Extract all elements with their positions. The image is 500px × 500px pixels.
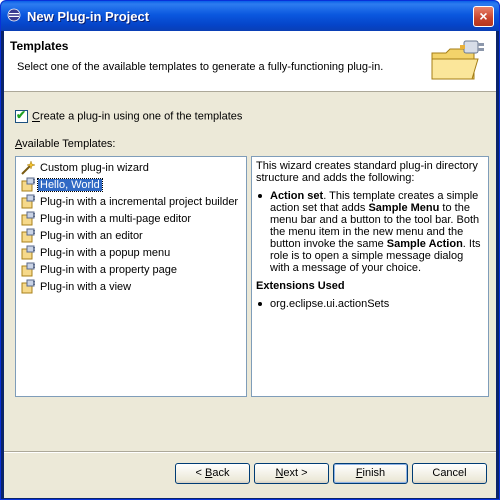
plugin-icon — [21, 194, 35, 209]
dialog-client-area: Templates Select one of the available te… — [4, 31, 496, 498]
wand-icon — [21, 160, 36, 175]
use-template-checkbox-row[interactable]: ✔ Create a plug-in using one of the templ… — [15, 108, 242, 124]
page-description: Select one of the available templates to… — [17, 61, 384, 73]
back-button[interactable]: < Back — [175, 463, 250, 484]
eclipse-app-icon — [7, 8, 21, 22]
dialog-window: New Plug-in Project × Templates Select o… — [0, 0, 500, 500]
description-intro: This wizard creates standard plug-in dir… — [256, 160, 478, 184]
extension-item: org.eclipse.ui.actionSets — [256, 298, 484, 310]
close-button[interactable]: × — [473, 6, 494, 27]
extensions-used-heading: Extensions Used — [256, 280, 345, 292]
title-bar[interactable]: New Plug-in Project × — [1, 1, 499, 31]
template-item-popup-menu[interactable]: Plug-in with a popup menu — [20, 245, 172, 261]
use-template-checkbox[interactable]: ✔ — [15, 108, 28, 123]
wizard-header: Templates Select one of the available te… — [4, 31, 496, 92]
use-template-checkbox-label[interactable]: Create a plug-in using one of the templa… — [32, 111, 242, 123]
plugin-icon — [21, 228, 35, 243]
plugin-icon — [21, 245, 35, 260]
templates-list[interactable]: Custom plug-in wizard Hello, World Plug-… — [15, 156, 247, 397]
available-templates-label: Available Templates: — [15, 138, 116, 150]
next-button[interactable]: Next > — [254, 463, 329, 484]
template-description-panel: This wizard creates standard plug-in dir… — [251, 156, 489, 397]
template-item-property-page[interactable]: Plug-in with a property page — [20, 262, 179, 278]
template-item-custom-wizard[interactable]: Custom plug-in wizard — [20, 160, 151, 176]
bullet-icon — [258, 194, 262, 198]
template-item-incremental-builder[interactable]: Plug-in with a incremental project build… — [20, 194, 240, 210]
plugin-icon — [21, 279, 35, 294]
page-title: Templates — [10, 39, 69, 53]
template-item-multi-page-editor[interactable]: Plug-in with a multi-page editor — [20, 211, 193, 227]
plugin-folder-banner-icon — [431, 40, 484, 80]
plugin-icon — [21, 177, 35, 192]
window-title: New Plug-in Project — [27, 9, 150, 24]
button-bar-separator — [4, 451, 496, 453]
checkmark-icon: ✔ — [16, 108, 27, 122]
template-item-editor[interactable]: Plug-in with an editor — [20, 228, 145, 244]
description-bullet-action-set: Action set. This template creates a simp… — [256, 190, 484, 274]
bullet-icon — [258, 302, 262, 306]
plugin-icon — [21, 211, 35, 226]
finish-button[interactable]: Finish — [333, 463, 408, 484]
cancel-button[interactable]: Cancel — [412, 463, 487, 484]
plugin-icon — [21, 262, 35, 277]
template-item-view[interactable]: Plug-in with a view — [20, 279, 133, 295]
template-item-hello-world[interactable]: Hello, World — [20, 177, 103, 193]
